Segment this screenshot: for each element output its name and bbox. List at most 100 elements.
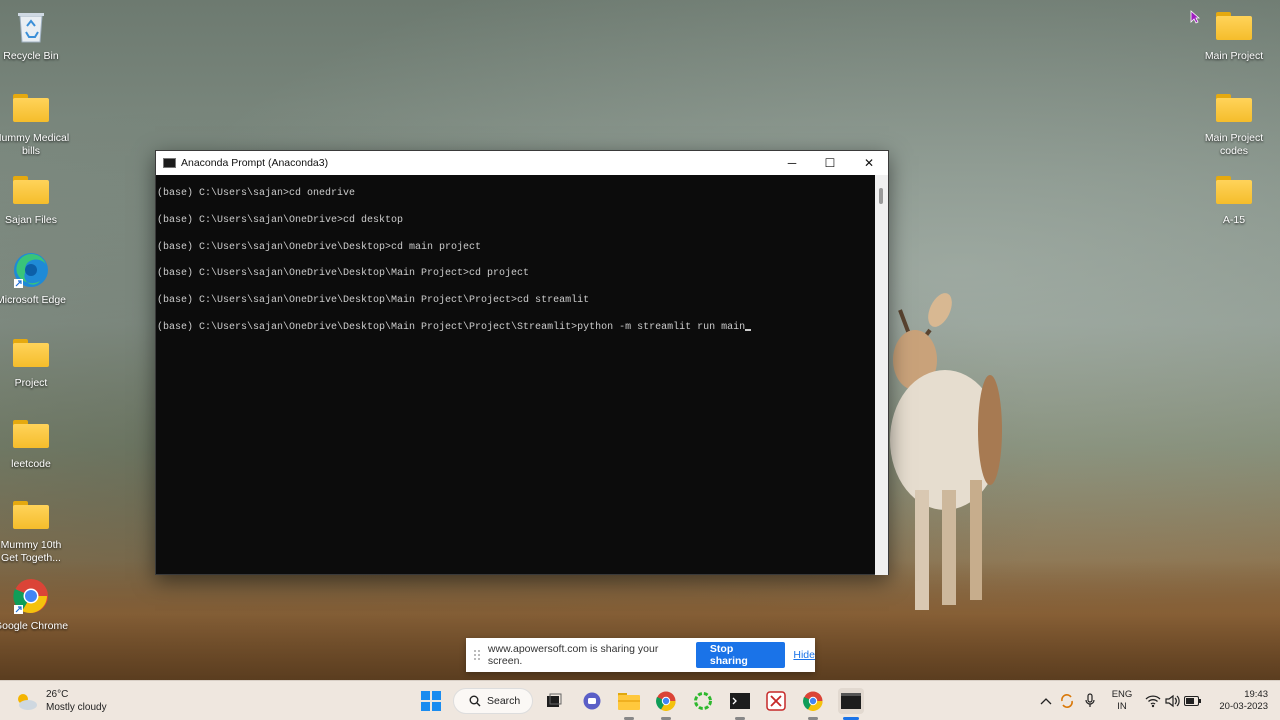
search-label: Search bbox=[487, 695, 521, 707]
snipping-tool-icon bbox=[766, 691, 786, 711]
hide-link[interactable]: Hide bbox=[793, 649, 815, 661]
desktop-icon-label: leetcode bbox=[11, 458, 51, 470]
terminal-line: (base) C:\Users\sajan\OneDrive\Desktop\M… bbox=[157, 295, 590, 307]
desktop-icon-label: A-15 bbox=[1222, 214, 1246, 226]
task-view-button[interactable] bbox=[542, 689, 566, 713]
desktop-icon-label: Sajan Files bbox=[5, 214, 57, 226]
folder-icon bbox=[11, 495, 51, 535]
volume-icon bbox=[1165, 694, 1180, 708]
recycle-bin-icon bbox=[11, 6, 51, 46]
battery-icon bbox=[1184, 696, 1201, 706]
desktop-icon-label: Microsoft Edge bbox=[0, 294, 67, 306]
desktop-icon-recycle-bin[interactable]: Recycle Bin bbox=[0, 6, 66, 63]
desktop-icon-folder[interactable]: Mummy Medical bills bbox=[0, 88, 69, 158]
desktop-icon-label: Main Project bbox=[1204, 50, 1264, 62]
drag-handle-icon[interactable] bbox=[474, 650, 480, 660]
folder-icon bbox=[11, 333, 51, 373]
desktop-icon-edge[interactable]: Microsoft Edge bbox=[0, 250, 66, 307]
terminal-input-line[interactable]: (base) C:\Users\sajan\OneDrive\Desktop\M… bbox=[157, 322, 875, 349]
window-title: Anaconda Prompt (Anaconda3) bbox=[181, 157, 329, 169]
file-explorer-icon bbox=[618, 693, 640, 710]
sync-app-button[interactable] bbox=[691, 689, 715, 713]
desktop-icon-folder[interactable]: Mummy 10th Get Togeth... bbox=[0, 495, 66, 565]
folder-icon bbox=[11, 88, 51, 128]
terminal-output[interactable]: (base) C:\Users\sajan>cd onedrive (base)… bbox=[156, 175, 876, 575]
terminal-line: (base) C:\Users\sajan\OneDrive\Desktop\M… bbox=[157, 268, 530, 280]
chat-button[interactable] bbox=[580, 689, 604, 713]
chrome-icon bbox=[656, 691, 676, 711]
terminal-command: (base) C:\Users\sajan\OneDrive\Desktop\M… bbox=[157, 321, 746, 333]
microphone-icon bbox=[1085, 693, 1095, 707]
language-code: ENG bbox=[1111, 689, 1133, 700]
desktop-icon-label: Mummy Medical bills bbox=[0, 132, 70, 157]
scrollbar-thumb[interactable] bbox=[879, 188, 883, 204]
chrome-profile-button[interactable] bbox=[801, 689, 825, 713]
minimize-button[interactable]: ─ bbox=[773, 151, 811, 175]
desktop-icon-label: Recycle Bin bbox=[3, 50, 59, 62]
clock-time: 19:43 bbox=[1244, 689, 1268, 700]
folder-icon bbox=[1214, 6, 1254, 46]
window-titlebar[interactable]: Anaconda Prompt (Anaconda3) ─ ☐ ✕ bbox=[156, 151, 888, 175]
maximize-button[interactable]: ☐ bbox=[811, 151, 849, 175]
terminal-icon bbox=[841, 693, 861, 709]
clock-date: 20-03-2023 bbox=[1219, 701, 1268, 712]
anaconda-prompt-taskbar-button[interactable] bbox=[838, 688, 864, 714]
taskbar-search[interactable]: Search bbox=[453, 688, 533, 714]
folder-icon bbox=[1214, 88, 1254, 128]
green-circle-app-icon bbox=[694, 692, 712, 710]
weather-widget[interactable]: 26°C Mostly cloudy bbox=[14, 688, 107, 714]
terminal-icon bbox=[163, 158, 176, 168]
folder-icon bbox=[1214, 170, 1254, 210]
vertical-scrollbar[interactable] bbox=[875, 175, 888, 575]
chevron-up-icon bbox=[1040, 698, 1052, 705]
start-button[interactable] bbox=[419, 689, 443, 713]
anaconda-prompt-window[interactable]: Anaconda Prompt (Anaconda3) ─ ☐ ✕ (base)… bbox=[155, 150, 889, 575]
desktop-icon-label: Mummy 10th Get Togeth... bbox=[0, 539, 62, 564]
snipping-tool-button[interactable] bbox=[764, 689, 788, 713]
taskbar: 26°C Mostly cloudy Search ENG IN 19:43 2… bbox=[0, 680, 1280, 720]
language-indicator[interactable]: ENG IN bbox=[1107, 689, 1137, 713]
region-code: IN bbox=[1117, 701, 1127, 712]
search-icon bbox=[469, 695, 481, 707]
terminal-icon bbox=[730, 693, 750, 709]
desktop-icon-label: Project bbox=[14, 377, 48, 389]
chrome-icon bbox=[11, 576, 51, 616]
terminal-taskbar-button[interactable] bbox=[728, 689, 752, 713]
partly-cloudy-icon bbox=[18, 694, 37, 710]
stop-sharing-button[interactable]: Stop sharing bbox=[695, 642, 786, 668]
screen-sharing-bar: www.apowersoft.com is sharing your scree… bbox=[466, 638, 815, 672]
desktop-icon-folder[interactable]: leetcode bbox=[0, 414, 66, 471]
folder-icon bbox=[11, 170, 51, 210]
desktop-icon-folder[interactable]: Sajan Files bbox=[0, 170, 66, 227]
sync-status-button[interactable] bbox=[1055, 689, 1079, 713]
terminal-line: (base) C:\Users\sajan\OneDrive>cd deskto… bbox=[157, 214, 404, 226]
folder-icon bbox=[11, 414, 51, 454]
desktop-icon-folder[interactable]: Main Project codes bbox=[1199, 88, 1269, 158]
desktop-icon-folder[interactable]: Project bbox=[0, 333, 66, 390]
desktop-icon-label: Main Project codes bbox=[1204, 132, 1264, 157]
edge-icon bbox=[11, 250, 51, 290]
text-cursor bbox=[745, 328, 752, 331]
chrome-taskbar-button[interactable] bbox=[654, 689, 678, 713]
chrome-icon bbox=[803, 691, 823, 711]
teams-chat-icon bbox=[583, 692, 601, 710]
desktop-icon-chrome[interactable]: Google Chrome bbox=[0, 576, 68, 633]
desktop-icon-folder[interactable]: A-15 bbox=[1199, 170, 1269, 227]
sync-icon bbox=[1061, 694, 1073, 708]
desktop-icon-folder[interactable]: Main Project bbox=[1199, 6, 1269, 63]
file-explorer-button[interactable] bbox=[617, 689, 641, 713]
weather-description: Mostly cloudy bbox=[46, 702, 107, 713]
terminal-line: (base) C:\Users\sajan\OneDrive\Desktop>c… bbox=[157, 241, 482, 253]
clock[interactable]: 19:43 20-03-2023 bbox=[1208, 689, 1272, 713]
deer-wallpaper-image bbox=[890, 293, 1002, 610]
weather-temperature: 26°C bbox=[46, 689, 69, 700]
sharing-message: www.apowersoft.com is sharing your scree… bbox=[487, 643, 659, 667]
battery-button[interactable] bbox=[1181, 689, 1205, 713]
task-view-icon bbox=[547, 693, 562, 707]
windows-logo-icon bbox=[421, 691, 441, 711]
close-button[interactable]: ✕ bbox=[850, 151, 888, 175]
wifi-icon bbox=[1145, 695, 1161, 708]
desktop-icon-label: Google Chrome bbox=[0, 620, 69, 632]
microphone-button[interactable] bbox=[1078, 689, 1102, 713]
terminal-line: (base) C:\Users\sajan>cd onedrive bbox=[157, 188, 356, 199]
